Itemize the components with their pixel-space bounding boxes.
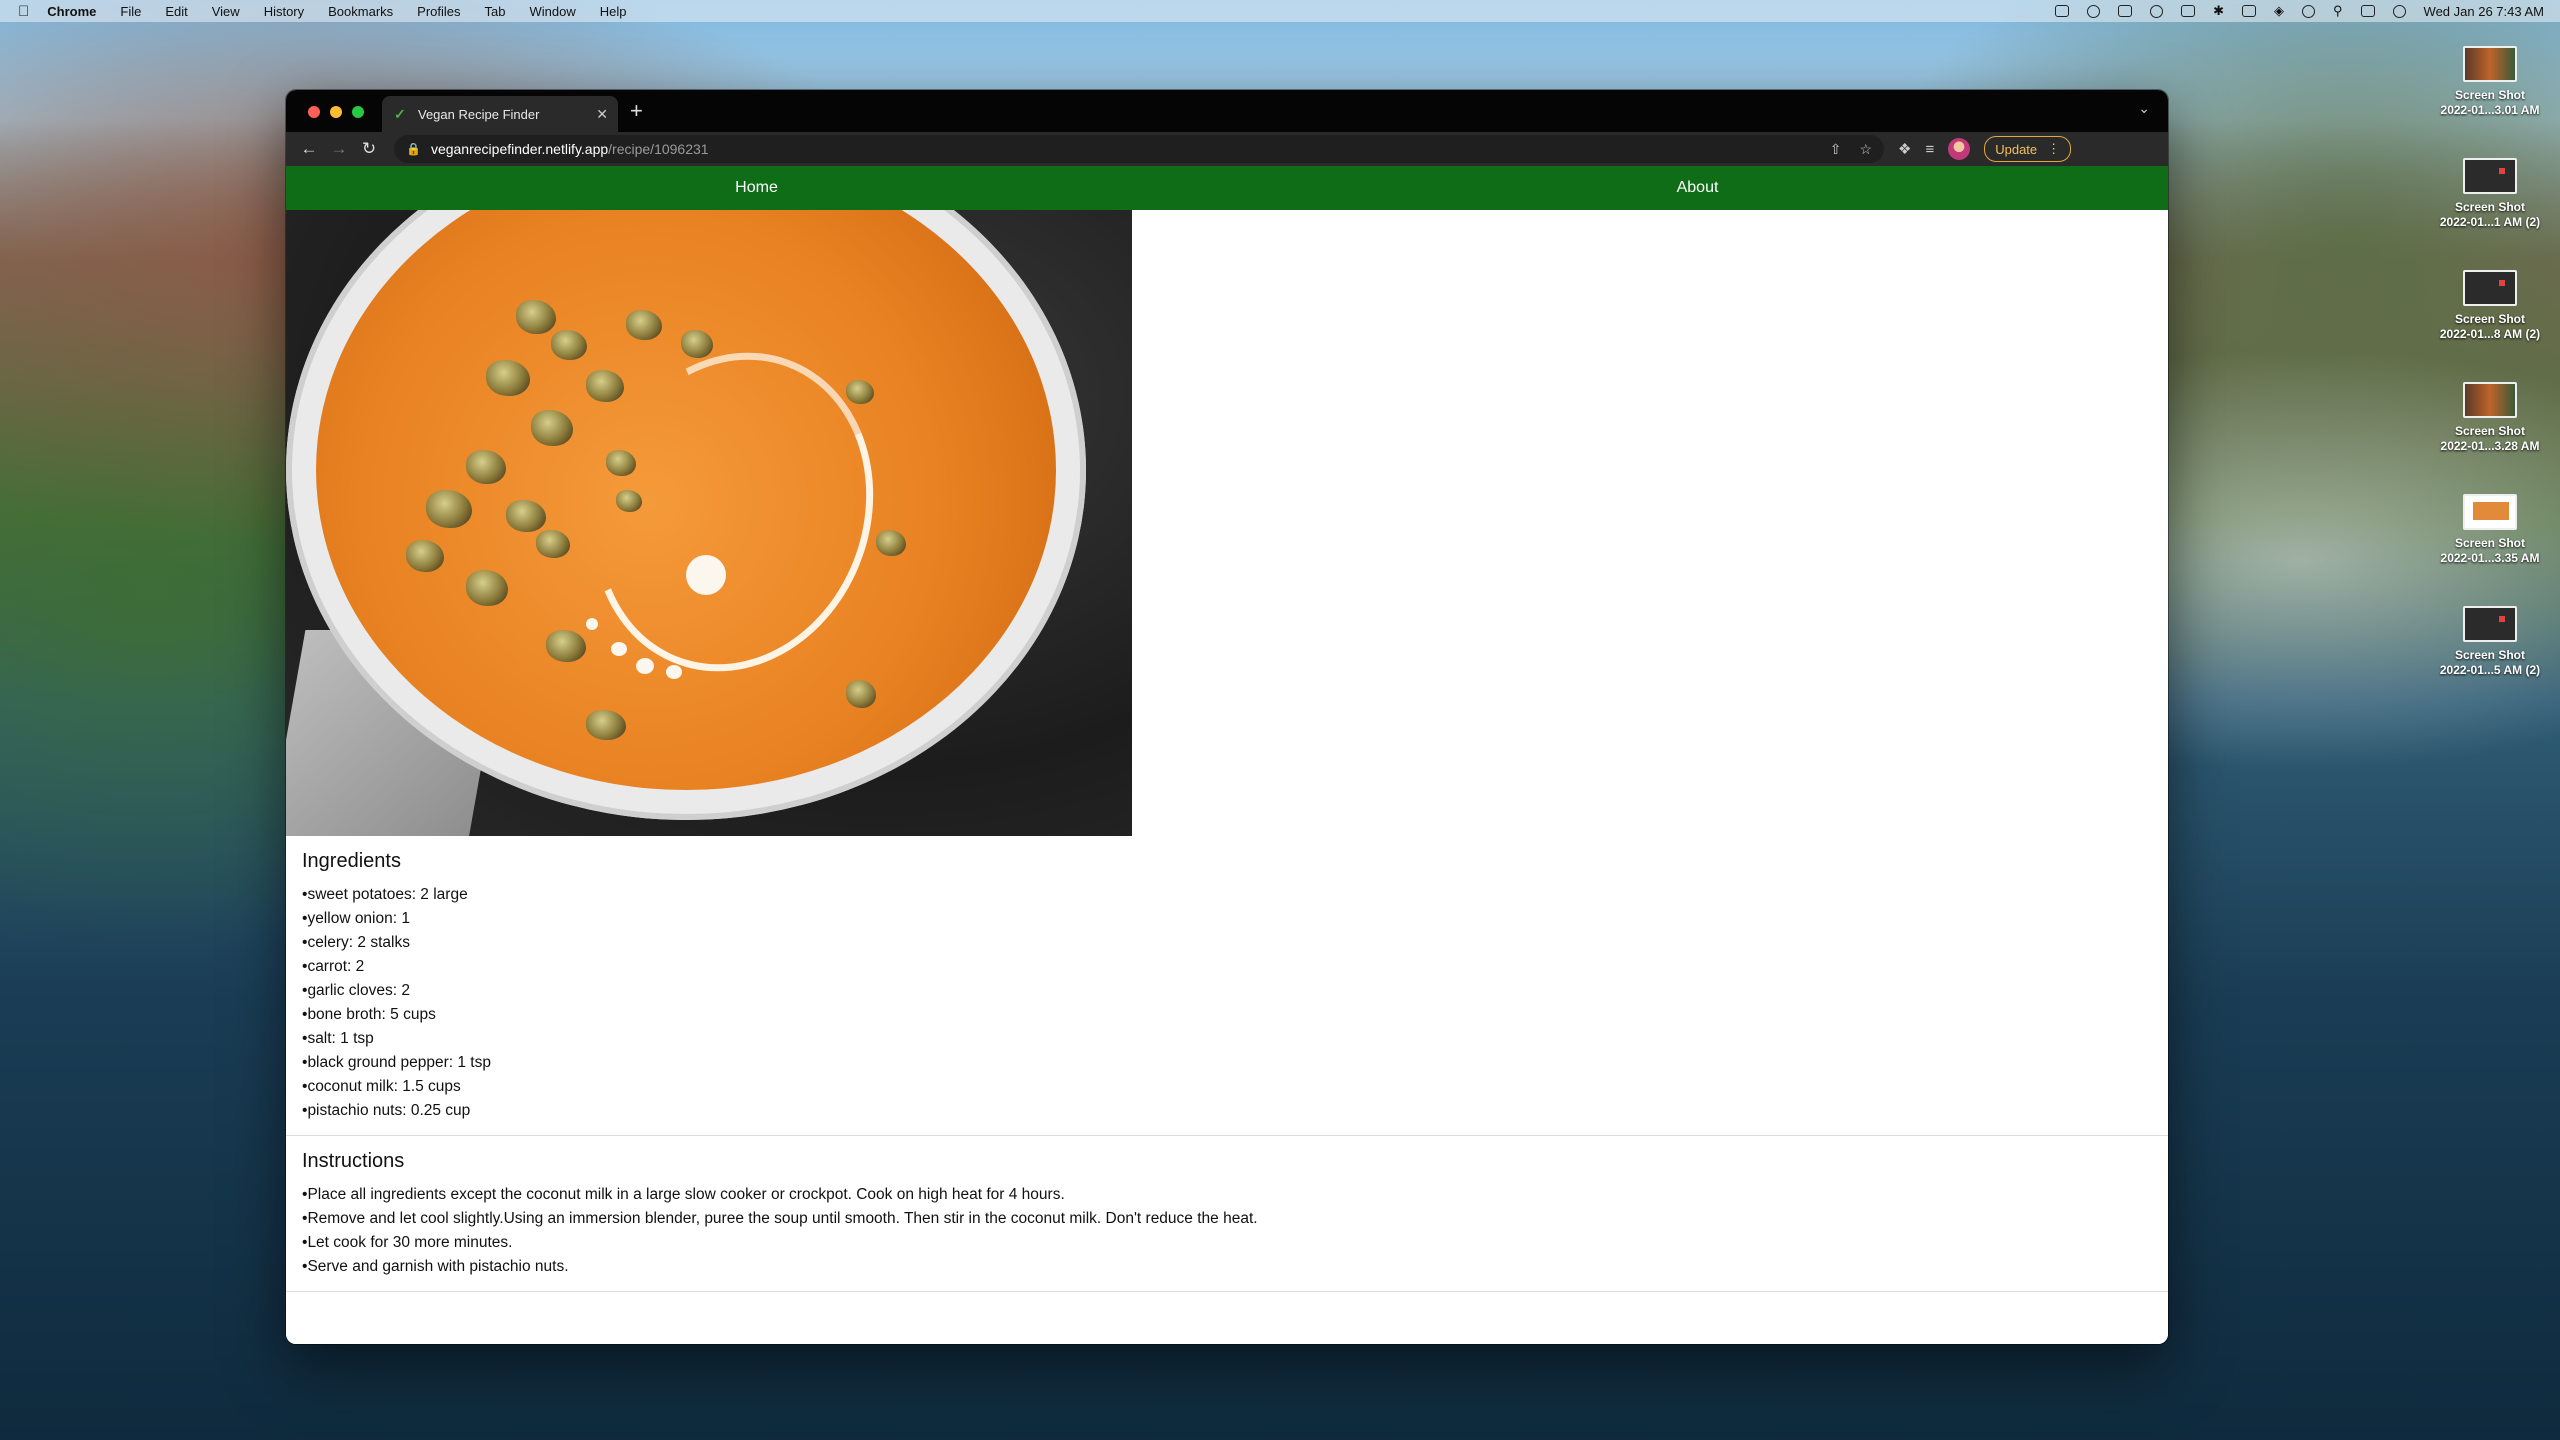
desktop-file[interactable]: Screen Shot 2022-01...3.28 AM [2420,376,2560,488]
menu-file[interactable]: File [120,4,141,19]
macos-menubar:  Chrome File Edit View History Bookmark… [0,0,2560,22]
forward-arrow-icon[interactable]: → [324,139,354,159]
desktop-file-label: Screen Shot 2022-01...5 AM (2) [2439,648,2541,677]
desktop-file[interactable]: Screen Shot 2022-01...3.35 AM [2420,488,2560,600]
bluetooth-icon[interactable]: ✱ [2213,3,2224,19]
nav-about-link[interactable]: About [1227,179,2168,197]
tab-title: Vegan Recipe Finder [418,106,540,122]
menu-profiles[interactable]: Profiles [417,4,460,19]
address-bar[interactable]: 🔒 veganrecipefinder.netlify.app/recipe/1… [394,135,1884,163]
zoom-icon[interactable] [2055,5,2070,17]
recipe-image [286,210,1132,836]
ingredients-section: Ingredients sweet potatoes: 2 large yell… [286,836,2168,1136]
instructions-section: Instructions Place all ingredients excep… [286,1136,2168,1292]
screenshot-thumbnail [2463,606,2517,642]
close-window-button[interactable] [308,106,320,118]
screenshot-thumbnail [2463,494,2517,530]
menu-window[interactable]: Window [530,4,576,19]
back-arrow-icon[interactable]: ← [294,139,324,159]
status-icons: ✱ ◈ ⚲ Wed Jan 26 7:43 AM [2055,3,2544,19]
ingredient-item: bone broth: 5 cups [302,1003,2152,1027]
user-icon[interactable] [2302,4,2316,18]
profile-avatar[interactable] [1948,138,1971,160]
siri-icon[interactable] [2392,4,2406,18]
shield-icon[interactable] [2118,5,2133,17]
site-favicon-icon: ✓ [394,105,406,122]
desktop-file-label: Screen Shot 2022-01...3.35 AM [2440,536,2540,565]
tab-strip: ✓ Vegan Recipe Finder ✕ + ⌄ [286,90,2168,132]
new-tab-icon[interactable]: + [630,98,643,124]
menu-app-chrome[interactable]: Chrome [47,4,96,19]
web-page: Home About Ingredients • sweet potatoes:… [286,166,2168,1344]
desktop-file-label: Screen Shot 2022-01...8 AM (2) [2439,312,2541,341]
ingredient-item: pistachio nuts: 0.25 cup [302,1099,2152,1123]
ingredient-item: coconut milk: 1.5 cups [302,1075,2152,1099]
more-menu-icon: ⋮ [2047,141,2061,156]
instructions-list: Place all ingredients except the coconut… [302,1183,2152,1279]
desktop-file[interactable]: Screen Shot 2022-01...5 AM (2) [2420,600,2560,712]
screenshot-thumbnail [2463,270,2517,306]
desktop-file-label: Screen Shot 2022-01...3.28 AM [2440,424,2540,453]
ingredient-item: sweet potatoes: 2 large [302,883,2152,907]
menu-tab[interactable]: Tab [485,4,506,19]
desktop-file[interactable]: Screen Shot 2022-01...1 AM (2) [2420,152,2560,264]
fullscreen-window-button[interactable] [352,106,364,118]
desktop-file-label: Screen Shot 2022-01...3.01 AM [2440,88,2540,117]
instruction-step: Place all ingredients except the coconut… [302,1183,2152,1207]
wifi-icon[interactable]: ◈ [2274,3,2284,19]
instructions-heading: Instructions [302,1150,405,1172]
reload-icon[interactable]: ↻ [354,139,384,159]
menu-history[interactable]: History [264,4,304,19]
desktop-file-label: Screen Shot 2022-01...1 AM (2) [2439,200,2541,229]
menu-edit[interactable]: Edit [165,4,187,19]
browser-tab[interactable]: ✓ Vegan Recipe Finder ✕ [382,96,618,132]
desktop-icons: Screen Shot 2022-01...3.01 AM Screen Shot… [2420,40,2560,712]
extensions-puzzle-icon[interactable]: ❖ [1898,140,1911,158]
menu-bookmarks[interactable]: Bookmarks [328,4,393,19]
instruction-step: Let cook for 30 more minutes. [302,1231,2152,1255]
url-host: veganrecipefinder.netlify.app [430,141,609,157]
battery-icon[interactable] [2242,5,2257,17]
share-icon[interactable]: ⇧ [1830,141,1842,158]
ingredient-item: yellow onion: 1 [302,907,2152,931]
podcast-icon[interactable] [2181,5,2196,17]
instruction-step: Remove and let cool slightly.Using an im… [302,1207,2152,1231]
clock[interactable]: Wed Jan 26 7:43 AM [2424,4,2544,19]
site-navbar: Home About [286,166,2168,210]
nav-home-link[interactable]: Home [286,179,1227,197]
window-controls [308,106,364,118]
update-button[interactable]: Update ⋮ [1984,136,2072,162]
ingredients-heading: Ingredients [302,850,401,872]
ingredient-item: black ground pepper: 1 tsp [302,1051,2152,1075]
tab-search-chevron-icon[interactable]: ⌄ [2138,100,2150,117]
menu-view[interactable]: View [212,4,240,19]
close-tab-icon[interactable]: ✕ [596,106,608,123]
apple-menu-icon[interactable]:  [18,3,29,20]
browser-toolbar: ← → ↻ 🔒 veganrecipefinder.netlify.app/re… [286,132,2168,166]
menu-help[interactable]: Help [600,4,627,19]
desktop-file[interactable]: Screen Shot 2022-01...8 AM (2) [2420,264,2560,376]
play-icon[interactable] [2150,4,2164,18]
ingredients-list: sweet potatoes: 2 large yellow onion: 1 … [302,883,2152,1123]
ingredient-item: carrot: 2 [302,955,2152,979]
control-center-icon[interactable] [2360,5,2375,17]
search-icon[interactable]: ⚲ [2333,3,2343,19]
lock-icon[interactable]: 🔒 [406,142,421,156]
reading-list-icon[interactable]: ≡ [1925,141,1934,158]
url-path: /recipe/1096231 [608,141,709,157]
minimize-window-button[interactable] [330,106,342,118]
screenshot-thumbnail [2463,46,2517,82]
browser-window: ✓ Vegan Recipe Finder ✕ + ⌄ ← → ↻ 🔒 vega… [286,90,2168,1344]
ingredient-item: salt: 1 tsp [302,1027,2152,1051]
desktop-file[interactable]: Screen Shot 2022-01...3.01 AM [2420,40,2560,152]
screenshot-thumbnail [2463,158,2517,194]
screenshot-thumbnail [2463,382,2517,418]
instruction-step: Serve and garnish with pistachio nuts. [302,1255,2152,1279]
airdrop-icon[interactable] [2087,4,2101,18]
ingredient-item: garlic cloves: 2 [302,979,2152,1003]
bookmark-star-icon[interactable]: ☆ [1859,141,1872,158]
ingredient-item: celery: 2 stalks [302,931,2152,955]
